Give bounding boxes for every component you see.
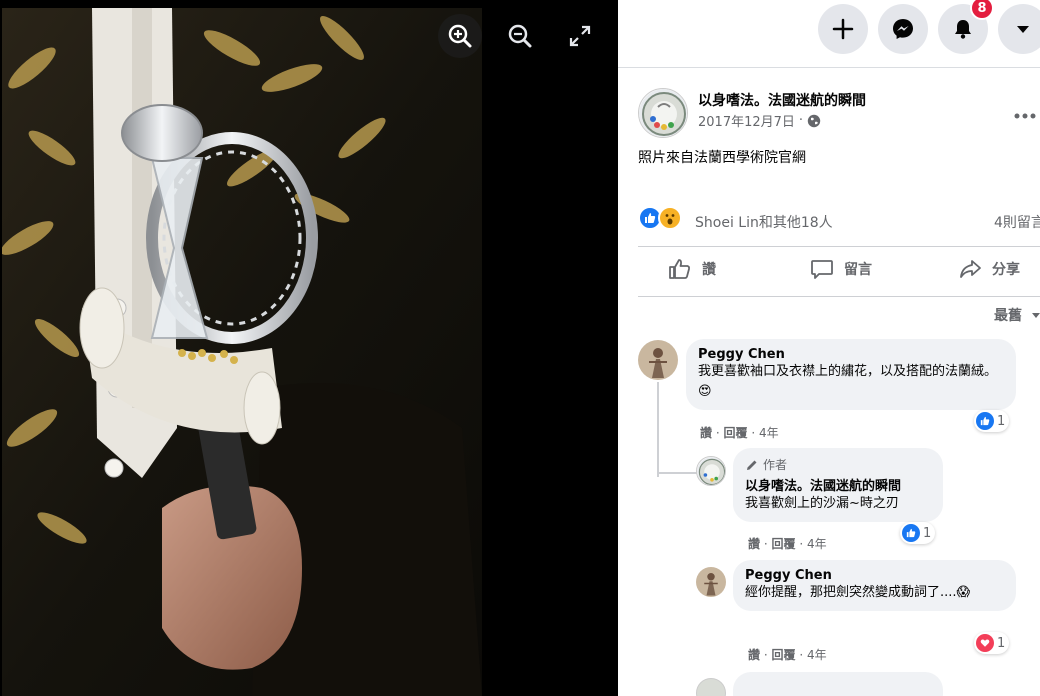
reply-avatar-image — [696, 567, 726, 597]
reply-avatar[interactable] — [696, 456, 726, 486]
account-menu-button[interactable] — [998, 4, 1040, 54]
author-badge-label: 作者 — [763, 458, 788, 472]
reaction-count: 1 — [923, 525, 932, 541]
reply-reaction-count[interactable]: 1 — [900, 522, 936, 544]
reply-author[interactable]: 以身嗜法。法國迷航的瞬間 — [745, 475, 931, 494]
caret-down-icon — [1017, 26, 1029, 33]
reply-bubble: 作者 以身嗜法。法國迷航的瞬間 我喜歡劍上的沙漏~時之刃 — [733, 448, 943, 522]
fullscreen-button[interactable] — [558, 14, 602, 58]
like-reaction-icon — [902, 524, 920, 542]
zoom-in-icon — [448, 24, 472, 48]
like-button-label: 讚 — [702, 262, 716, 278]
photo-viewer — [0, 0, 618, 696]
reply-bubble-partial — [733, 672, 943, 696]
zoom-out-button[interactable] — [498, 14, 542, 58]
plus-icon — [832, 18, 854, 40]
post-meta: 2017年12月7日 · — [698, 111, 821, 130]
caret-down-icon — [1031, 313, 1040, 318]
author-badge: 作者 — [745, 456, 931, 473]
comment-reaction-count[interactable]: 1 — [974, 410, 1010, 432]
reply-like-link[interactable]: 讚 — [748, 537, 760, 551]
reply-avatar-image — [697, 457, 725, 485]
notifications-badge: 8 — [970, 0, 994, 20]
photo-illustration — [2, 8, 482, 696]
like-button[interactable]: 讚 — [668, 257, 716, 281]
page-avatar[interactable] — [638, 88, 688, 138]
share-icon — [960, 260, 981, 278]
post-action-bar: 讚 留言 分享 — [638, 246, 1040, 297]
comment-button-label: 留言 — [844, 262, 872, 278]
reply-avatar-partial[interactable] — [696, 678, 726, 696]
comment-age[interactable]: 4年 — [759, 426, 779, 440]
page-avatar-image — [639, 89, 687, 137]
love-reaction-icon — [976, 634, 994, 652]
reaction-count: 1 — [997, 635, 1006, 651]
comment-reply-link[interactable]: 回覆 — [723, 426, 747, 440]
thumbs-up-icon — [669, 259, 690, 279]
share-button[interactable]: 分享 — [958, 257, 1020, 281]
comment-sort-label: 最舊 — [994, 308, 1022, 324]
reaction-summary[interactable]: Shoei Lin和其他18人 — [695, 212, 833, 232]
post-date[interactable]: 2017年12月7日 — [698, 111, 795, 130]
commenter-avatar-image — [638, 340, 678, 380]
messenger-icon — [893, 19, 913, 39]
post-caption: 照片來自法蘭西學術院官網 — [638, 150, 806, 166]
share-button-label: 分享 — [992, 262, 1020, 278]
reply-age[interactable]: 4年 — [807, 648, 827, 662]
bell-icon — [955, 20, 971, 39]
fullscreen-icon — [569, 25, 591, 47]
reaction-count: 1 — [997, 413, 1006, 429]
reaction-icons[interactable] — [638, 206, 682, 230]
reply-text: 經你提醒，那把劍突然變成動詞了....😱 — [745, 585, 971, 600]
comment-actions: 讚 · 回覆 · 4年 — [700, 426, 779, 440]
reply-avatar[interactable] — [696, 567, 726, 597]
post-photo[interactable] — [2, 8, 482, 696]
commenter-avatar[interactable] — [638, 340, 678, 380]
comment-author[interactable]: Peggy Chen — [698, 347, 1004, 362]
reply-author[interactable]: Peggy Chen — [745, 568, 1004, 583]
zoom-in-button[interactable] — [438, 14, 482, 58]
like-reaction-icon — [976, 412, 994, 430]
reply-actions: 讚 · 回覆 · 4年 — [748, 648, 827, 662]
globe-icon[interactable] — [807, 114, 821, 128]
thread-connector — [657, 382, 659, 477]
comment-button[interactable]: 留言 — [810, 257, 872, 281]
reply-age[interactable]: 4年 — [807, 537, 827, 551]
reply-reply-link[interactable]: 回覆 — [771, 648, 795, 662]
reply-like-link[interactable]: 讚 — [748, 648, 760, 662]
reply-bubble: Peggy Chen 經你提醒，那把劍突然變成動詞了....😱 — [733, 560, 1016, 611]
top-bar: 8 — [618, 0, 1040, 68]
comment-count[interactable]: 4則留言 — [994, 212, 1040, 232]
messenger-button[interactable] — [878, 4, 928, 54]
wow-reaction-icon — [658, 206, 682, 230]
reply-text: 我喜歡劍上的沙漏~時之刃 — [745, 496, 899, 511]
zoom-out-icon — [508, 24, 532, 48]
thread-connector — [657, 472, 697, 474]
reply-reply-link[interactable]: 回覆 — [771, 537, 795, 551]
ellipsis-icon — [1014, 113, 1036, 119]
post-options-button[interactable] — [1014, 100, 1036, 124]
comment-like-link[interactable]: 讚 — [700, 426, 712, 440]
comment-text: 我更喜歡袖口及衣襟上的繡花，以及搭配的法蘭絨。😍 — [698, 364, 998, 399]
comment-sort-dropdown[interactable]: 最舊 — [994, 305, 1040, 325]
page-name[interactable]: 以身嗜法。法國迷航的瞬間 — [698, 90, 866, 110]
meta-separator: · — [798, 113, 804, 128]
comment-icon — [811, 260, 833, 279]
create-button[interactable] — [818, 4, 868, 54]
post-panel: 8 以身嗜法。法國迷航的瞬間 2017年12月7日 · 照片來自法蘭西學術院官網… — [618, 0, 1040, 696]
reply-actions: 讚 · 回覆 · 4年 — [748, 537, 827, 551]
reactions-row: Shoei Lin和其他18人 4則留言 — [638, 206, 1040, 234]
reply-reaction-count[interactable]: 1 — [974, 632, 1010, 654]
pencil-icon — [747, 460, 757, 470]
comment-bubble: Peggy Chen 我更喜歡袖口及衣襟上的繡花，以及搭配的法蘭絨。😍 — [686, 339, 1016, 410]
